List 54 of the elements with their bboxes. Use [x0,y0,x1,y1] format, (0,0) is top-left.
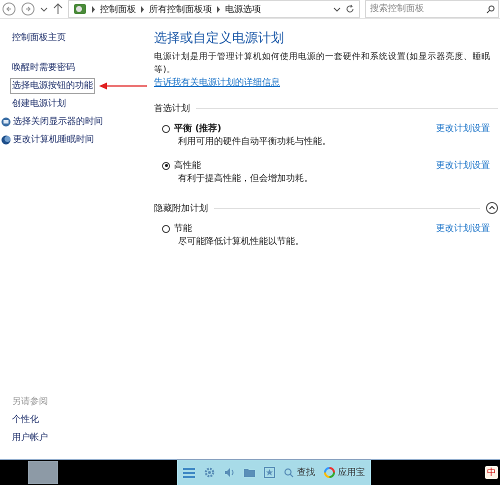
annotation-arrow [99,82,147,90]
plan-settings-link[interactable]: 更改计划设置 [436,122,490,135]
radio-button[interactable] [162,224,170,232]
plan-description: 尽可能降低计算机性能以节能。 [177,236,305,249]
window-thumbnail[interactable] [28,461,58,484]
forward-icon[interactable] [21,2,35,16]
description-text: 电源计划是用于管理计算机如何使用电源的一套硬件和系统设置(如显示器亮度、睡眠等)。 [154,51,492,77]
moon-icon [1,135,11,145]
sidebar-link[interactable]: 个性化 [12,411,39,429]
dropdown-icon[interactable] [333,5,341,13]
plan-name: 平衡 (推荐) [174,122,222,135]
refresh-icon[interactable] [345,4,355,14]
search-field[interactable]: 搜索控制面板 [365,0,499,18]
group-heading: 首选计划 [154,102,190,114]
sidebar-link[interactable]: 选择电源按钮的功能 [10,78,95,94]
sidebar-link[interactable]: 选择关闭显示器的时间 [13,113,103,131]
dropdown-icon[interactable] [40,5,48,13]
monitor-icon [1,117,11,127]
plan-settings-link[interactable]: 更改计划设置 [436,222,490,235]
collapse-icon[interactable] [486,202,498,214]
menu-icon[interactable] [183,468,195,478]
sidebar-link[interactable]: 创建电源计划 [12,95,66,113]
star-icon[interactable] [264,467,275,478]
app-button[interactable]: 应用宝 [324,466,365,479]
sidebar-link[interactable]: 唤醒时需要密码 [12,59,75,77]
chevron-icon [140,6,145,12]
plan-name: 高性能 [174,160,201,172]
plan-description: 利用可用的硬件自动平衡功耗与性能。 [177,136,332,149]
chevron-icon [216,6,221,12]
section-heading: 另请参阅 [12,396,49,409]
page-title: 选择或自定义电源计划 [154,30,285,48]
plan-description: 有利于提高性能，但会增加功耗。 [177,172,314,186]
info-link[interactable]: 告诉我有关电源计划的详细信息 [154,77,280,90]
sidebar-link[interactable]: 控制面板主页 [12,29,66,47]
radio-button[interactable] [162,162,170,170]
plan-settings-link[interactable]: 更改计划设置 [436,159,490,172]
search-icon [486,4,495,14]
radio-button[interactable] [162,124,170,132]
control-panel-icon [73,3,87,15]
breadcrumb[interactable]: 电源选项 [225,2,261,16]
group-heading: 隐藏附加计划 [154,202,208,214]
sidebar-link[interactable]: 更改计算机睡眠时间 [13,131,94,149]
sidebar-link[interactable]: 用户帐户 [12,429,48,447]
up-icon[interactable] [53,3,63,15]
plan-name: 节能 [174,222,192,235]
address-field[interactable]: 控制面板 所有控制面板项 电源选项 [68,0,360,18]
back-icon[interactable] [2,2,16,16]
search-icon [284,468,294,478]
chevron-icon [91,6,96,12]
breadcrumb[interactable]: 控制面板 [100,2,136,16]
search-button[interactable]: 查找 [284,466,315,479]
breadcrumb[interactable]: 所有控制面板项 [149,2,212,16]
ime-indicator[interactable]: 中 [485,466,498,479]
app-icon [324,467,335,478]
